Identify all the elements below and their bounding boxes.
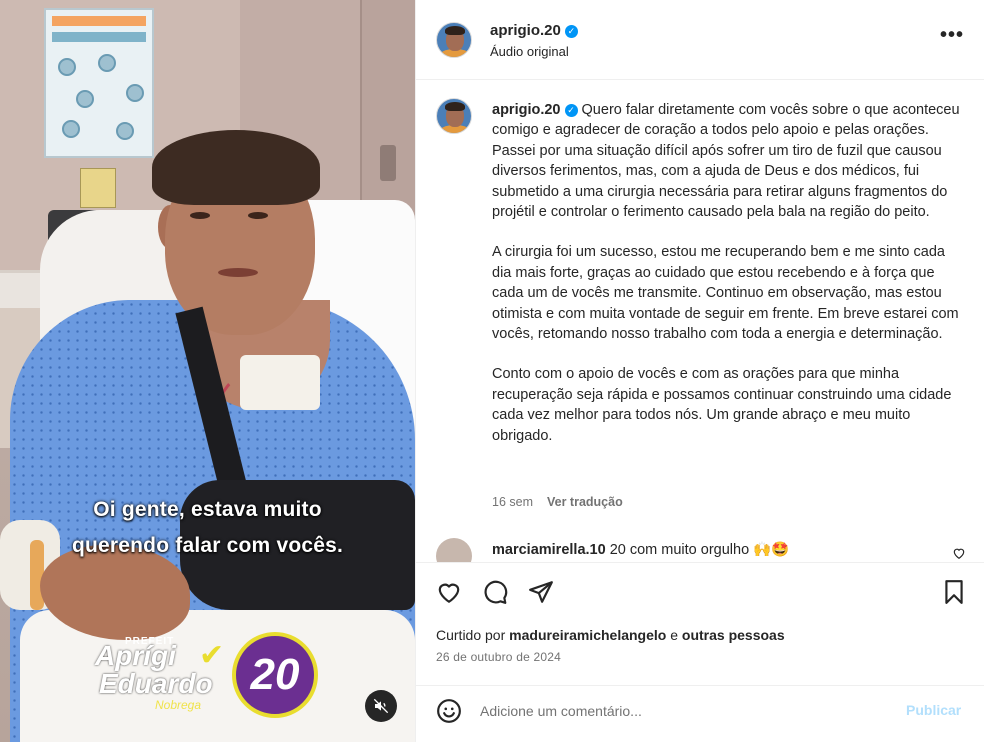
post-date: 26 de outubro de 2024 [436, 650, 561, 664]
post-video[interactable]: Oi gente, estava muito querendo falar co… [0, 0, 415, 742]
author-username-row: aprigio.20 ✓ [490, 22, 578, 39]
audio-link[interactable]: Áudio original [490, 44, 569, 59]
caption-meta: 16 sem Ver tradução [492, 495, 623, 509]
caption-paragraph-3: Conto com o apoio de vocês e com as oraç… [492, 366, 952, 444]
logo-number: 20 [250, 650, 300, 699]
logo-tag: Nobrega [155, 698, 202, 712]
more-options-icon[interactable]: ••• [940, 24, 964, 47]
campaign-logo: PREFEIT Aprígi ✔ Eduardo Nobrega 20 [95, 630, 320, 720]
comment-text-row: marciamirella.10 20 com muito orgulho 🙌🤩 [492, 541, 789, 558]
caption-paragraph-1: Quero falar diretamente com vocês sobre … [492, 102, 960, 221]
comment-text: 20 com muito orgulho 🙌🤩 [609, 542, 790, 558]
comment-input[interactable] [480, 700, 900, 722]
liked-by-others[interactable]: outras pessoas [682, 627, 785, 643]
add-comment-bar: Publicar [416, 686, 984, 736]
verified-badge-icon: ✓ [564, 104, 578, 117]
mute-button[interactable] [365, 690, 397, 722]
comment-icon[interactable] [482, 579, 508, 605]
logo-number-badge: 20 [232, 632, 318, 718]
commenter-avatar[interactable] [436, 538, 472, 562]
share-icon[interactable] [528, 579, 554, 605]
caption-avatar[interactable] [436, 98, 472, 134]
post-header: aprigio.20 ✓ Áudio original ••• [416, 0, 984, 80]
video-subtitle-line1: Oi gente, estava muito [93, 498, 322, 521]
liked-by-prefix: Curtido por [436, 627, 506, 643]
caption-username[interactable]: aprigio.20 [492, 102, 561, 118]
wall-poster [44, 8, 154, 158]
commenter-username[interactable]: marciamirella.10 [492, 542, 606, 558]
post-details-panel: aprigio.20 ✓ Áudio original ••• aprigio.2… [415, 0, 984, 742]
bookmark-icon[interactable] [941, 579, 967, 605]
post-caption: aprigio.20 ✓ Quero falar diretamente com … [492, 100, 962, 466]
logo-name-second: Eduardo [99, 668, 213, 699]
instagram-post-window: Oi gente, estava muito querendo falar co… [0, 0, 984, 742]
emoji-icon[interactable] [436, 698, 462, 724]
liked-by: Curtido por madureiramichelangelo e outr… [436, 627, 785, 643]
liked-by-connector: e [670, 627, 679, 643]
post-age: 16 sem [492, 495, 533, 509]
publish-button[interactable]: Publicar [906, 702, 961, 718]
mute-icon [373, 698, 389, 714]
caption-paragraph-2: A cirurgia foi um sucesso, estou me recu… [492, 244, 959, 343]
see-translation-link[interactable]: Ver tradução [547, 495, 623, 509]
author-username[interactable]: aprigio.20 [490, 22, 561, 39]
verified-badge-icon: ✓ [564, 25, 578, 38]
liked-by-user[interactable]: madureiramichelangelo [509, 627, 666, 643]
author-avatar[interactable] [436, 22, 472, 58]
heart-small-icon[interactable] [952, 546, 966, 560]
comment-row: marciamirella.10 20 com muito orgulho 🙌🤩 [416, 538, 984, 562]
post-actions: Curtido por madureiramichelangelo e outr… [416, 562, 984, 686]
heart-icon[interactable] [436, 579, 462, 605]
video-subtitle-line2: querendo falar com vocês. [71, 534, 344, 557]
